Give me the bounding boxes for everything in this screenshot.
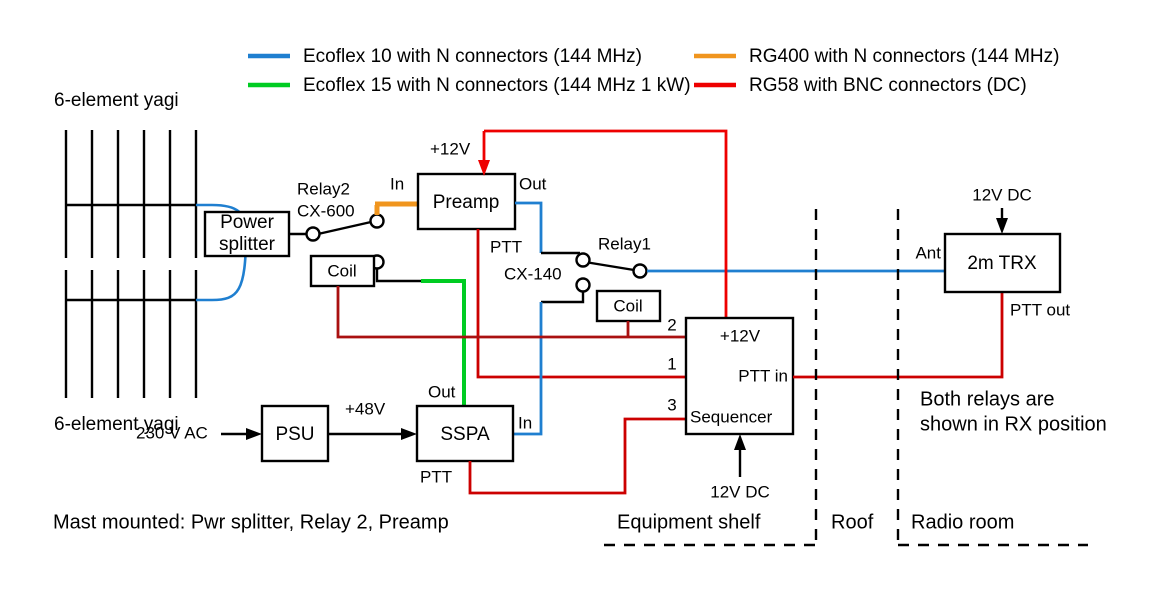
legend-label-rg58: RG58 with BNC connectors (DC) xyxy=(749,75,1027,96)
psu-input-label: 230 V AC xyxy=(136,423,208,442)
block-coil-right: Coil xyxy=(595,289,662,323)
mast-mounted-note: Mast mounted: Pwr splitter, Relay 2, Pre… xyxy=(53,511,449,533)
block-trx: 12V DC 2m TRX Ant PTT out xyxy=(915,185,1070,319)
block-coil-left: Coil xyxy=(309,254,376,288)
relay2-armature xyxy=(317,220,372,236)
preamp-label: Preamp xyxy=(433,192,500,213)
psu-output-arrow xyxy=(401,428,417,440)
sspa-out-label: Out xyxy=(428,382,456,401)
sequencer-supply-arrow xyxy=(734,434,746,450)
sequencer-pin3-label: 3 xyxy=(667,395,676,414)
sspa-label: SSPA xyxy=(440,424,490,445)
preamp-supply-label: +12V xyxy=(430,139,471,158)
relay1-common-terminal xyxy=(632,263,648,279)
relay2-no-lead xyxy=(375,269,424,283)
relays-note-line1: Both relays are xyxy=(920,388,1055,410)
block-power-splitter: Power splitter xyxy=(203,210,291,258)
legend-label-ecoflex15: Ecoflex 15 with N connectors (144 MHz 1 … xyxy=(303,75,691,96)
sequencer-supply-source-label: 12V DC xyxy=(710,482,770,501)
sequencer-pin2-label: 2 xyxy=(667,315,676,334)
coil-left-label: Coil xyxy=(327,261,356,280)
zone-label-roof: Roof xyxy=(831,511,874,533)
diagram-canvas: Ecoflex 10 with N connectors (144 MHz) E… xyxy=(0,0,1162,601)
block-sequencer: +12V PTT in Sequencer 2 1 3 12V DC xyxy=(667,315,795,501)
preamp-out-label: Out xyxy=(519,174,547,193)
trx-supply-label: 12V DC xyxy=(972,185,1032,204)
sequencer-ptt-in-label: PTT in xyxy=(738,366,788,385)
psu-label: PSU xyxy=(275,424,314,445)
sspa-ptt-label: PTT xyxy=(420,467,452,486)
preamp-in-label: In xyxy=(390,174,404,193)
trx-ant-label: Ant xyxy=(915,243,941,262)
psu-input-arrow xyxy=(246,428,262,440)
antenna-top: 6-element yagi xyxy=(54,90,198,258)
psu-output-label: +48V xyxy=(345,399,386,418)
legend-label-ecoflex10: Ecoflex 10 with N connectors (144 MHz) xyxy=(303,46,642,67)
relay1-nc-terminal xyxy=(575,252,591,268)
station-wiring-diagram: Ecoflex 10 with N connectors (144 MHz) E… xyxy=(53,46,1107,547)
relays-note-line2: shown in RX position xyxy=(920,413,1107,435)
zone-label-radio-room: Radio room xyxy=(911,511,1014,533)
relay1-no-lead xyxy=(541,292,585,304)
legend: Ecoflex 10 with N connectors (144 MHz) E… xyxy=(248,46,1059,96)
relay1-model-label: CX-140 xyxy=(504,264,562,283)
coil-right-label: Coil xyxy=(613,296,642,315)
relay2-name-label: Relay2 xyxy=(297,179,350,198)
block-preamp: Preamp +12V In Out PTT xyxy=(390,139,547,256)
sequencer-pin1-label: 1 xyxy=(667,354,676,373)
relay2-model-label: CX-600 xyxy=(297,201,355,220)
legend-label-rg400: RG400 with N connectors (144 MHz) xyxy=(749,46,1059,67)
relay2-common-terminal xyxy=(305,226,321,242)
relay1-no-terminal xyxy=(575,277,591,293)
trx-ptt-out-label: PTT out xyxy=(1010,300,1070,319)
power-splitter-label-line1: Power xyxy=(220,212,275,233)
antenna-top-label: 6-element yagi xyxy=(54,90,179,111)
sequencer-title-label: Sequencer xyxy=(690,407,773,426)
relay1-armature xyxy=(584,260,635,272)
trx-label: 2m TRX xyxy=(967,253,1037,274)
preamp-ptt-label: PTT xyxy=(490,237,522,256)
sspa-in-label: In xyxy=(518,413,532,432)
antenna-bottom: 6-element yagi xyxy=(54,270,198,435)
sequencer-supply-label: +12V xyxy=(720,326,761,345)
relay1-name-label: Relay1 xyxy=(598,234,651,253)
trx-supply-arrow xyxy=(996,218,1008,234)
zone-label-equipment-shelf: Equipment shelf xyxy=(617,511,761,533)
power-splitter-label-line2: splitter xyxy=(219,234,276,255)
relay2-nc-terminal xyxy=(369,213,385,229)
